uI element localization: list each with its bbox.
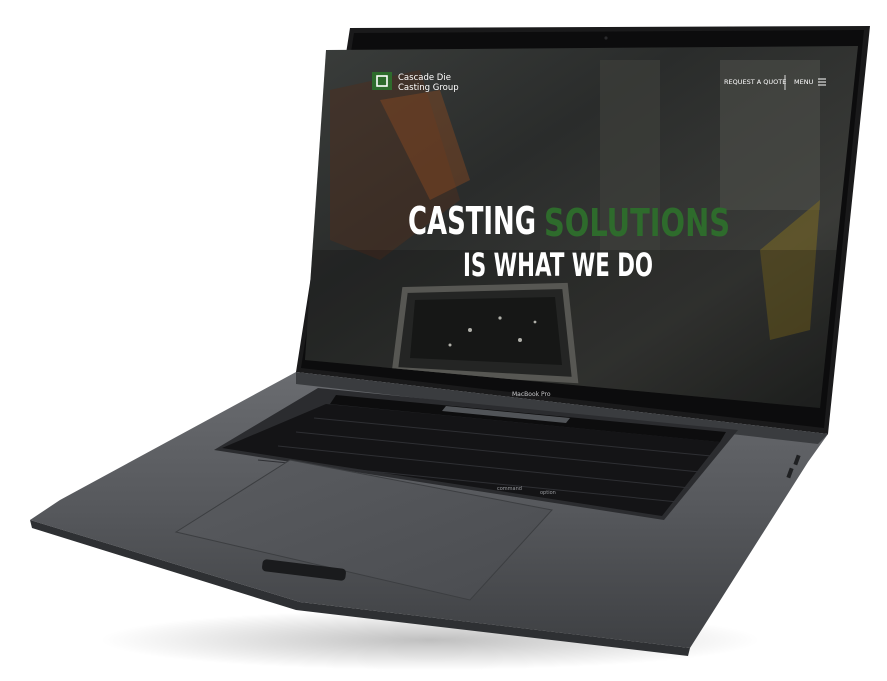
headline-subline: IS WHAT WE DO [463,246,653,284]
option-key-label[interactable]: option [540,490,556,496]
menu-link[interactable]: MENU [794,78,814,86]
camera-icon [604,36,608,40]
laptop-mockup: Cascade Die Casting Group REQUEST A QUOT… [30,26,870,670]
model-label: MacBook Pro [512,391,551,398]
brand-logo-icon[interactable] [372,72,392,90]
headline-solutions: SOLUTIONS [544,201,730,245]
request-quote-link[interactable]: REQUEST A QUOTE [724,78,786,86]
command-key-label[interactable]: command [497,486,522,492]
headline-casting: CASTING [408,199,536,243]
brand-name-line2[interactable]: Casting Group [398,83,459,93]
brand-name-line1[interactable]: Cascade Die [398,73,451,83]
website-screen: Cascade Die Casting Group REQUEST A QUOT… [305,46,858,408]
